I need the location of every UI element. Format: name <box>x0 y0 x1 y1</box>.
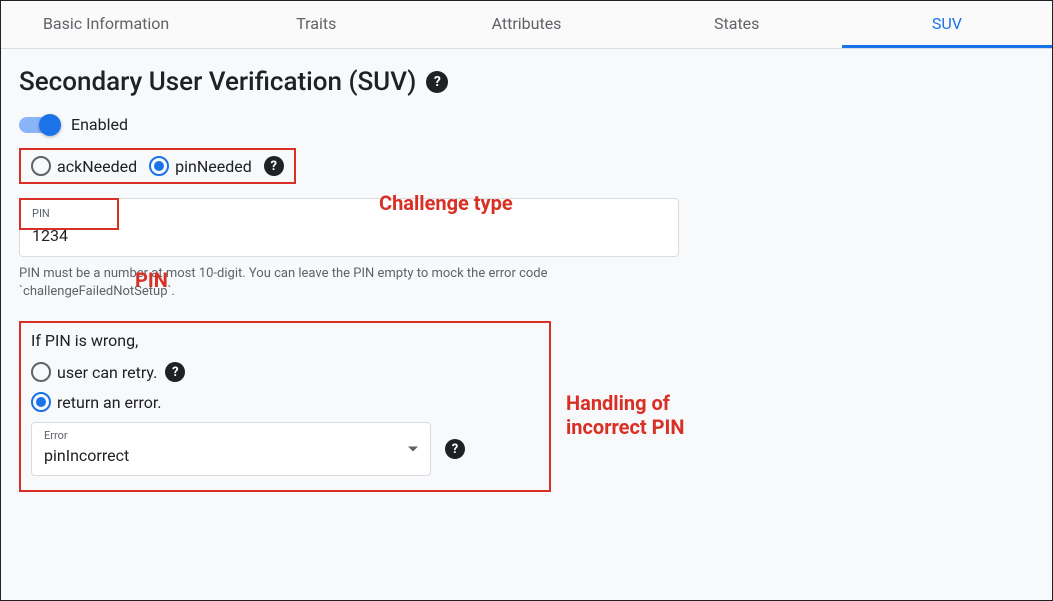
tab-attributes[interactable]: Attributes <box>421 1 631 48</box>
page-title: Secondary User Verification (SUV) <box>19 67 416 97</box>
pin-helper-text: PIN must be a number at most 10-digit. Y… <box>19 265 679 301</box>
chevron-down-icon <box>408 447 418 452</box>
enabled-toggle-label: Enabled <box>71 115 128 134</box>
radio-pinneeded-label: pinNeeded <box>175 157 252 176</box>
tab-traits[interactable]: Traits <box>211 1 421 48</box>
tab-basic-information[interactable]: Basic Information <box>1 1 211 48</box>
pin-field-label: PIN <box>32 207 666 220</box>
radio-ackneeded[interactable]: ackNeeded <box>31 156 137 176</box>
radio-ackneeded-label: ackNeeded <box>57 157 137 176</box>
radio-retry-label: user can retry. <box>57 363 157 382</box>
tabs-bar: Basic Information Traits Attributes Stat… <box>1 1 1052 49</box>
error-select-label: Error <box>44 429 418 442</box>
wrong-pin-section: If PIN is wrong, user can retry. ? retur… <box>19 321 551 492</box>
error-select[interactable]: Error pinIncorrect <box>31 422 431 476</box>
radio-user-can-retry[interactable]: user can retry. <box>31 362 157 382</box>
enabled-toggle[interactable] <box>19 117 59 133</box>
tab-states[interactable]: States <box>632 1 842 48</box>
pin-value: 1234 <box>32 226 666 246</box>
error-select-value: pinIncorrect <box>44 446 418 465</box>
help-icon[interactable]: ? <box>445 439 465 459</box>
radio-return-error[interactable]: return an error. <box>31 392 162 412</box>
radio-error-label: return an error. <box>57 393 162 412</box>
wrong-pin-heading: If PIN is wrong, <box>31 331 539 350</box>
challenge-type-group: ackNeeded pinNeeded ? <box>19 148 296 184</box>
help-icon[interactable]: ? <box>165 362 185 382</box>
help-icon[interactable]: ? <box>426 71 448 93</box>
pin-input[interactable]: PIN 1234 <box>19 198 679 257</box>
help-icon[interactable]: ? <box>264 156 284 176</box>
tab-suv[interactable]: SUV <box>842 1 1052 48</box>
radio-pinneeded[interactable]: pinNeeded <box>149 156 252 176</box>
